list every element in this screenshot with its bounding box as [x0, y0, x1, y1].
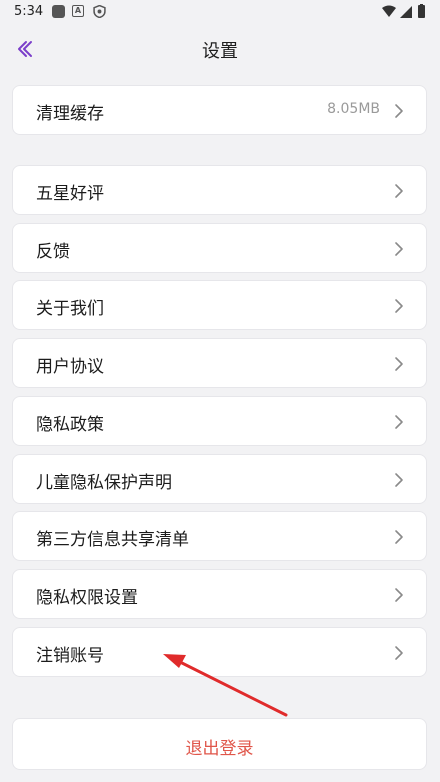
menu-item-rate[interactable]: 五星好评 [12, 165, 427, 215]
menu-item-delete-account[interactable]: 注销账号 [12, 627, 427, 677]
notification-icon [52, 5, 65, 18]
menu-item-privacy-permissions[interactable]: 隐私权限设置 [12, 569, 427, 619]
signal-icon [400, 6, 412, 18]
menu-item-privacy-policy[interactable]: 隐私政策 [12, 396, 427, 446]
menu-item-label: 关于我们 [36, 299, 104, 319]
menu-item-label: 反馈 [36, 242, 70, 262]
chevron-right-icon [395, 242, 403, 256]
chevron-right-icon [395, 104, 403, 118]
menu-item-label: 儿童隐私保护声明 [36, 473, 172, 493]
chevron-right-icon [395, 415, 403, 429]
chevron-right-icon [395, 184, 403, 198]
clear-cache-label: 清理缓存 [36, 104, 104, 124]
menu-item-label: 注销账号 [36, 646, 104, 666]
clear-cache-row[interactable]: 清理缓存 8.05MB [12, 85, 427, 135]
menu-item-third-party-list[interactable]: 第三方信息共享清单 [12, 511, 427, 561]
menu-item-feedback[interactable]: 反馈 [12, 223, 427, 273]
chevron-right-icon [395, 588, 403, 602]
logout-label: 退出登录 [185, 739, 254, 759]
menu-item-label: 隐私权限设置 [36, 588, 138, 608]
status-right-icons [382, 4, 425, 18]
chevron-right-icon [395, 299, 403, 313]
wifi-icon [382, 5, 396, 17]
battery-icon [418, 5, 425, 18]
chevron-right-icon [395, 530, 403, 544]
status-time: 5:34 [14, 4, 44, 19]
menu-item-label: 隐私政策 [36, 415, 104, 435]
app-a-icon: A [72, 5, 84, 17]
menu-item-label: 第三方信息共享清单 [36, 530, 189, 550]
menu-item-about[interactable]: 关于我们 [12, 280, 427, 330]
cache-size-value: 8.05MB [327, 101, 380, 117]
nav-bar: 设置 [0, 24, 440, 74]
logout-button[interactable]: 退出登录 [12, 718, 427, 770]
menu-item-child-privacy[interactable]: 儿童隐私保护声明 [12, 454, 427, 504]
chevron-right-icon [395, 357, 403, 371]
menu-item-user-agreement[interactable]: 用户协议 [12, 338, 427, 388]
menu-item-label: 用户协议 [36, 357, 104, 377]
shield-icon [93, 5, 106, 18]
menu-item-label: 五星好评 [36, 184, 104, 204]
page-title: 设置 [202, 41, 238, 62]
status-bar: 5:34 A [0, 0, 440, 24]
chevron-right-icon [395, 646, 403, 660]
chevron-right-icon [395, 473, 403, 487]
